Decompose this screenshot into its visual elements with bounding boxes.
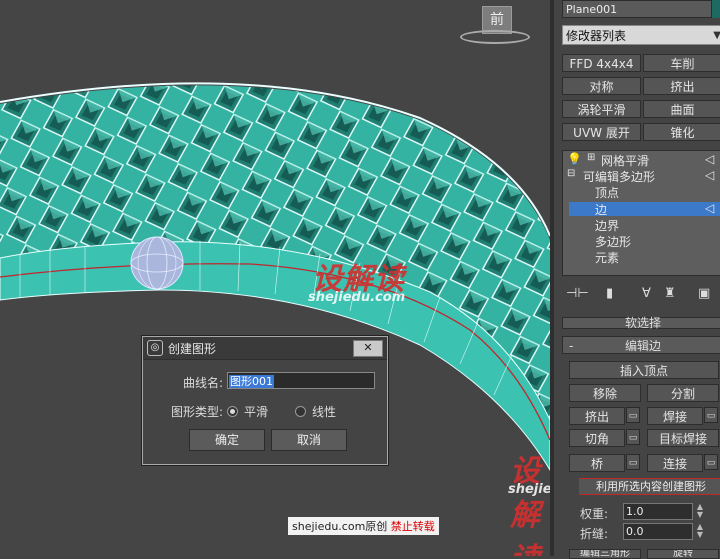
pin-triangle-icon-2: ◁	[705, 168, 715, 182]
remove-modifier-icon[interactable]: ♜	[664, 286, 676, 301]
modifier-lathe-button[interactable]: 车削	[643, 54, 720, 72]
shape-type-label: 图形类型:	[171, 405, 224, 419]
radio-on-icon	[227, 406, 238, 417]
rollout-edit-edges[interactable]: - 编辑边	[562, 336, 720, 354]
dialog-titlebar[interactable]: ◎ 创建图形 ✕	[143, 337, 387, 360]
crease-spinner[interactable]: 0.0	[623, 523, 693, 540]
sphere-gizmo	[130, 236, 184, 290]
chevron-down-icon: ▼	[713, 30, 720, 41]
connect-button[interactable]: 连接	[647, 454, 703, 472]
modifier-uvw-button[interactable]: UVW 展开	[562, 123, 641, 141]
chamfer-button[interactable]: 切角	[569, 429, 625, 447]
watermark-url-2: shejiedu.com	[508, 482, 550, 497]
curve-name-value: 图形001	[229, 375, 274, 388]
crease-label: 折缝:	[580, 527, 609, 541]
credit-site: shejiedu.com原创	[292, 520, 388, 533]
spinner-arrows-icon-2[interactable]: ▲ ▼	[695, 523, 705, 540]
weld-button[interactable]: 焊接	[647, 407, 703, 425]
stack-sub-polygon[interactable]: 多边形	[595, 233, 631, 250]
stack-item-edit-poly[interactable]: 可编辑多边形	[583, 168, 655, 185]
pin-stack-icon[interactable]: ⊣⊢	[566, 286, 589, 301]
modifier-list-label: 修改器列表	[566, 29, 627, 43]
modifier-stack[interactable]: 💡 ⊞ 网格平滑 ◁ ⊟ 可编辑多边形 ◁ 顶点 边 ◁ 边界 多边形 元素	[562, 150, 720, 276]
stack-selection-highlight	[569, 202, 720, 216]
smooth-label: 平滑	[244, 405, 269, 419]
pin-triangle-icon: ◁	[705, 152, 715, 166]
stack-sub-edge[interactable]: 边	[595, 201, 607, 218]
perspective-viewport[interactable]: 前 设解读 shejiedu.com 设解读 shejiedu.com shej…	[0, 0, 550, 556]
extrude-settings-icon[interactable]: ▭	[626, 407, 640, 423]
spinner-arrows-icon[interactable]: ▲ ▼	[695, 503, 705, 520]
extrude-button[interactable]: 挤出	[569, 407, 625, 425]
close-icon[interactable]: ✕	[353, 339, 383, 357]
modifier-list-dropdown[interactable]: 修改器列表 ▼	[562, 25, 720, 45]
rollout-soft-selection-title: 软选择	[624, 316, 661, 330]
object-color-swatch[interactable]	[712, 0, 720, 18]
create-shape-from-selection-button[interactable]: 利用所选内容创建图形	[579, 478, 720, 495]
object-name-field[interactable]: Plane001	[562, 0, 712, 18]
curve-name-input[interactable]: 图形001	[227, 372, 375, 389]
credit-banner: shejiedu.com原创 禁止转载	[288, 517, 439, 535]
watermark-logo-2: 设解读	[510, 454, 541, 556]
stack-item-meshsmooth[interactable]: 网格平滑	[601, 152, 649, 169]
mesh-render	[0, 82, 550, 471]
turn-button[interactable]: 旋转	[647, 549, 719, 559]
configure-sets-icon[interactable]: ▣	[698, 286, 710, 301]
modify-panel: Plane001 修改器列表 ▼ FFD 4x4x4 车削 对称 挤出 涡轮平滑 …	[550, 0, 720, 559]
modifier-extrude-button[interactable]: 挤出	[643, 77, 720, 95]
watermark-url: shejiedu.com	[308, 290, 406, 305]
stack-sub-vertex[interactable]: 顶点	[595, 184, 619, 201]
edit-triangulation-button[interactable]: 编辑三角形	[569, 549, 641, 559]
modifier-symmetry-button[interactable]: 对称	[562, 77, 641, 95]
viewcube[interactable]: 前	[460, 4, 532, 46]
chamfer-settings-icon[interactable]: ▭	[626, 429, 640, 445]
collapse-minus-icon[interactable]: ⊟	[567, 168, 575, 179]
app-logo-icon: ◎	[147, 340, 163, 356]
curve-name-label: 曲线名:	[183, 376, 224, 390]
modifier-ffd-button[interactable]: FFD 4x4x4	[562, 54, 641, 72]
linear-label: 线性	[312, 405, 337, 419]
linear-radio[interactable]: 线性	[295, 403, 336, 420]
credit-notice: 禁止转载	[390, 520, 435, 533]
expand-plus-icon[interactable]: ⊞	[587, 152, 595, 163]
viewcube-ring[interactable]	[460, 30, 530, 44]
remove-button[interactable]: 移除	[569, 384, 641, 402]
modifier-taper-button[interactable]: 锥化	[643, 123, 720, 141]
connect-settings-icon[interactable]: ▭	[704, 454, 718, 470]
weight-label: 权重:	[580, 507, 609, 521]
bridge-button[interactable]: 桥	[569, 454, 625, 472]
show-end-result-icon[interactable]: ▮	[606, 286, 613, 301]
rollout-edit-edges-title: 编辑边	[624, 339, 661, 353]
modifier-surface-button[interactable]: 曲面	[643, 100, 720, 118]
modifier-turbosmooth-button[interactable]: 涡轮平滑	[562, 100, 641, 118]
lightbulb-icon[interactable]: 💡	[567, 152, 582, 166]
target-weld-button[interactable]: 目标焊接	[647, 429, 719, 447]
pin-triangle-icon-3: ◁	[705, 201, 715, 215]
stack-sub-element[interactable]: 元素	[595, 249, 619, 266]
make-unique-icon[interactable]: ∀	[642, 286, 651, 301]
create-shape-dialog: ◎ 创建图形 ✕ 曲线名: 图形001 图形类型: 平滑 线性 确定 取消	[142, 336, 388, 465]
bridge-settings-icon[interactable]: ▭	[626, 454, 640, 470]
dialog-title: 创建图形	[168, 341, 217, 356]
smooth-radio[interactable]: 平滑	[227, 403, 268, 420]
radio-off-icon	[295, 406, 306, 417]
insert-vertex-button[interactable]: 插入顶点	[569, 361, 719, 379]
ok-button[interactable]: 确定	[189, 429, 265, 451]
rollout-soft-selection[interactable]: 软选择	[562, 317, 720, 329]
cancel-button[interactable]: 取消	[271, 429, 347, 451]
stack-sub-border[interactable]: 边界	[595, 217, 619, 234]
weld-settings-icon[interactable]: ▭	[704, 407, 718, 423]
split-button[interactable]: 分割	[647, 384, 719, 402]
weight-spinner[interactable]: 1.0	[623, 503, 693, 520]
